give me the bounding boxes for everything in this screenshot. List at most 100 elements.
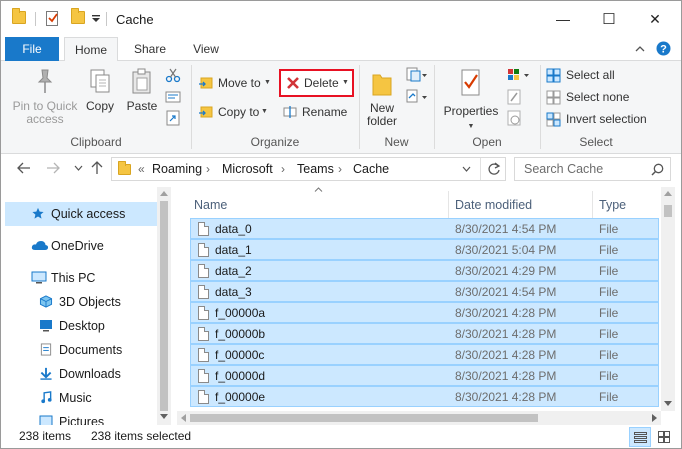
scroll-left-arrow-icon[interactable] (181, 414, 186, 422)
nav-label: Downloads (59, 367, 121, 381)
close-button[interactable]: ✕ (632, 1, 678, 37)
scroll-up-arrow-icon[interactable] (160, 191, 168, 196)
nav-item-pictures[interactable]: Pictures (1, 410, 171, 425)
file-row[interactable]: f_00000c 8/30/2021 4:28 PM File (190, 344, 659, 365)
column-header-type[interactable]: Type (599, 192, 626, 220)
tab-view[interactable]: View (181, 37, 231, 61)
address-bar[interactable]: « Roaming › Microsoft › Teams › Cache (111, 157, 506, 181)
nav-label: Desktop (59, 319, 105, 333)
new-item-icon[interactable] (406, 67, 428, 82)
breadcrumb-roaming[interactable]: Roaming (152, 162, 202, 176)
refresh-icon[interactable] (487, 162, 501, 176)
file-row[interactable]: data_3 8/30/2021 4:54 PM File (190, 281, 659, 302)
nav-label: 3D Objects (59, 295, 121, 309)
forward-arrow-icon[interactable] (46, 162, 60, 174)
breadcrumb-teams[interactable]: Teams (297, 162, 334, 176)
cut-scissors-icon[interactable] (165, 67, 181, 83)
file-icon (198, 222, 209, 236)
file-list-vertical-scrollbar[interactable] (661, 187, 675, 411)
details-view-button[interactable] (629, 427, 651, 447)
nav-item-desktop[interactable]: Desktop (1, 314, 171, 338)
nav-scroll-thumb[interactable] (160, 201, 168, 411)
move-to-label: Move to (218, 76, 261, 90)
file-name: f_00000a (215, 306, 266, 320)
paste-button[interactable]: Paste (123, 67, 161, 113)
properties-check-icon[interactable] (45, 10, 61, 27)
search-input[interactable]: Search Cache (514, 157, 671, 181)
file-name: data_3 (215, 285, 252, 299)
scroll-down-arrow-icon[interactable] (160, 414, 168, 419)
new-folder-icon[interactable] (71, 8, 85, 24)
file-type: File (599, 243, 619, 257)
scroll-right-arrow-icon[interactable] (652, 414, 657, 422)
selected-count: 238 items selected (91, 429, 192, 443)
easy-access-icon[interactable] (406, 89, 428, 104)
file-row[interactable]: f_00000e 8/30/2021 4:28 PM File (190, 386, 659, 407)
pin-to-quick-access-button[interactable]: Pin to Quick access (7, 67, 83, 126)
minimize-button[interactable]: — (540, 1, 586, 37)
new-folder-button[interactable]: New folder (363, 69, 401, 128)
clipboard-group-label: Clipboard (70, 135, 122, 149)
help-icon[interactable]: ? (656, 41, 671, 56)
document-icon (40, 343, 52, 356)
column-separator[interactable] (448, 191, 449, 219)
file-row[interactable]: data_0 8/30/2021 4:54 PM File (190, 218, 659, 239)
copy-path-icon[interactable] (165, 91, 181, 103)
file-row[interactable]: f_00000b 8/30/2021 4:28 PM File (190, 323, 659, 344)
paste-shortcut-icon[interactable] (166, 110, 180, 126)
nav-item-music[interactable]: Music (1, 386, 171, 410)
file-row[interactable]: f_00000a 8/30/2021 4:28 PM File (190, 302, 659, 323)
copy-button[interactable]: Copy (83, 67, 117, 113)
file-row[interactable]: data_1 8/30/2021 5:04 PM File (190, 239, 659, 260)
tab-home[interactable]: Home (64, 37, 118, 62)
file-date: 8/30/2021 4:28 PM (455, 306, 557, 320)
properties-button[interactable]: Properties ▼ (439, 67, 503, 133)
file-type: File (599, 264, 619, 278)
rename-icon (283, 106, 297, 118)
history-icon[interactable] (507, 110, 521, 126)
tab-file[interactable]: File (5, 37, 59, 61)
back-arrow-icon[interactable] (17, 162, 31, 174)
paste-label: Paste (126, 99, 158, 113)
breadcrumb-microsoft[interactable]: Microsoft (222, 162, 273, 176)
column-separator[interactable] (592, 191, 593, 219)
column-header-date-modified[interactable]: Date modified (455, 192, 532, 220)
overflow-chevron[interactable]: « (138, 162, 145, 176)
collapse-ribbon-icon[interactable] (635, 45, 645, 52)
column-header-name[interactable]: Name (194, 192, 227, 220)
file-list-hscroll-thumb[interactable] (190, 414, 538, 422)
breadcrumb-cache[interactable]: Cache (353, 162, 389, 176)
file-list-scroll-thumb[interactable] (664, 205, 672, 217)
scroll-down-arrow-icon[interactable] (664, 401, 672, 406)
file-row[interactable]: data_2 8/30/2021 4:29 PM File (190, 260, 659, 281)
file-type: File (599, 222, 619, 236)
nav-item-this-pc[interactable]: This PC (1, 266, 171, 290)
nav-item-downloads[interactable]: Downloads (1, 362, 171, 386)
picture-icon (39, 415, 53, 425)
customize-toolbar-icon[interactable] (91, 14, 101, 24)
recent-locations-chevron-icon[interactable] (74, 165, 83, 171)
nav-item-documents[interactable]: Documents (1, 338, 171, 362)
scroll-up-arrow-icon[interactable] (664, 191, 672, 196)
ribbon-tabs: File Home Share View ? (1, 37, 681, 62)
tab-share[interactable]: Share (125, 37, 175, 61)
file-list-horizontal-scrollbar[interactable] (177, 411, 661, 425)
nav-item-3d-objects[interactable]: 3D Objects (1, 290, 171, 314)
file-date: 8/30/2021 4:28 PM (455, 369, 557, 383)
title-separator-2 (106, 12, 107, 26)
computer-icon (31, 271, 47, 284)
delete-button[interactable]: Delete ▼ (279, 69, 354, 97)
up-arrow-icon[interactable] (91, 161, 103, 175)
nav-item-quick-access[interactable]: Quick access (5, 202, 157, 226)
maximize-button[interactable]: ☐ (586, 1, 632, 37)
item-count: 238 items (19, 429, 72, 443)
file-row[interactable]: f_00000d 8/30/2021 4:28 PM File (190, 365, 659, 386)
large-icons-view-button[interactable] (653, 427, 675, 447)
edit-icon[interactable] (507, 89, 521, 105)
nav-pane-scrollbar[interactable] (157, 187, 171, 425)
nav-item-onedrive[interactable]: OneDrive (1, 234, 171, 258)
rename-label: Rename (302, 105, 348, 119)
file-explorer-window: Cache — ☐ ✕ File Home Share View ? Pin t… (0, 0, 682, 449)
address-dropdown-icon[interactable] (462, 166, 471, 172)
open-icon[interactable] (507, 67, 531, 82)
